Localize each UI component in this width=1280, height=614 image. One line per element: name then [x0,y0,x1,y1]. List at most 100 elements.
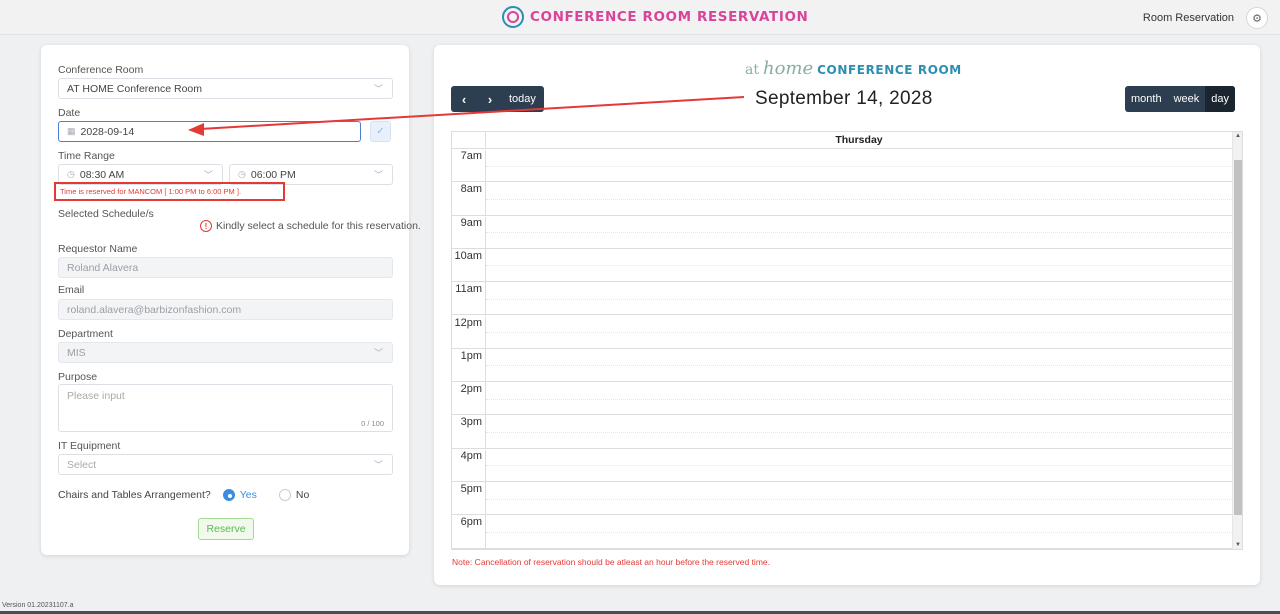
time-error-message: Time is reserved for MANCOM [ 1:00 PM to… [60,187,242,196]
time-slot-row[interactable]: 7am [452,149,1232,183]
header-actions: Room Reservation ⚙ [1143,7,1268,29]
title-at: at [745,62,759,78]
time-slot-label: 2pm [452,383,486,417]
scroll-down-icon[interactable]: ▼ [1235,542,1241,548]
time-slot-label: 5pm [452,483,486,516]
chairs-yes-label: Yes [239,489,257,501]
conference-room-value: AT HOME Conference Room [67,82,202,95]
it-equipment-select[interactable]: Select ﹀ [58,454,393,475]
day-view-button[interactable]: day [1205,86,1236,112]
half-hour-divider [486,465,1232,467]
purpose-placeholder: Please input [67,390,125,402]
day-header-label: Thursday [835,134,883,146]
half-hour-divider [486,531,1232,533]
title-room: CONFERENCE ROOM [817,63,962,77]
chairs-arrangement-group: Chairs and Tables Arrangement? Yes No [58,489,309,501]
email-field: roland.alavera@barbizonfashion.com [58,299,393,320]
half-hour-divider [486,165,1232,167]
time-slot-label: 6pm [452,516,486,549]
time-slot-row[interactable]: 5pm [452,482,1232,516]
department-label: Department [58,328,113,340]
date-value: 2028-09-14 [80,125,135,138]
chairs-no-radio[interactable]: No [278,489,309,501]
time-slot-row[interactable]: 4pm [452,449,1232,483]
time-slot-label: 10am [452,249,486,283]
half-hour-divider [486,232,1232,234]
time-slot-label: 7am [452,150,486,183]
date-confirm-button[interactable]: ✓ [370,121,391,142]
month-view-button[interactable]: month [1125,86,1168,112]
time-slot-row[interactable]: 10am [452,249,1232,283]
half-hour-divider [486,431,1232,433]
email-label: Email [58,284,85,296]
room-reservation-link[interactable]: Room Reservation [1143,12,1234,24]
half-hour-divider [486,365,1232,367]
time-range-label: Time Range [58,150,115,162]
time-slot-label: 1pm [452,349,486,383]
half-hour-divider [486,332,1232,333]
purpose-char-counter: 0 / 100 [361,419,384,428]
time-gutter-header [452,132,486,149]
time-error-highlight: Time is reserved for MANCOM [ 1:00 PM to… [54,182,285,201]
chevron-down-icon: ﹀ [373,348,383,358]
clock-icon: ◷ [67,169,75,179]
title-home: home [762,58,814,79]
logo-icon [502,6,524,28]
alert-circle-icon: ! [200,220,212,232]
chevron-down-icon: ﹀ [373,460,383,470]
calendar-title: at home CONFERENCE ROOM [745,58,962,79]
time-slot-row[interactable]: 3pm [452,415,1232,450]
chevron-down-icon: ﹀ [373,170,383,180]
current-date-title: September 14, 2028 [755,88,933,109]
half-hour-divider [486,265,1232,267]
conference-room-select[interactable]: AT HOME Conference Room ﹀ [58,78,393,99]
day-time-grid: Thursday 7am 8am 9am 10am 11am 12pm 1pm 2pm 3pm 4… [451,131,1243,550]
reserve-button[interactable]: Reserve [198,518,254,540]
chairs-yes-radio[interactable]: Yes [222,489,257,501]
time-slot-row[interactable]: 11am [452,282,1232,317]
schedule-warning: ! Kindly select a schedule for this rese… [200,220,421,232]
purpose-label: Purpose [58,371,98,383]
scroll-up-icon[interactable]: ▲ [1235,133,1241,139]
time-slot-label: 3pm [452,416,486,450]
prev-button[interactable]: ‹ [451,86,477,112]
clock-icon: ◷ [238,169,246,179]
version-label: Version 01.20231107.a [2,602,74,609]
calendar-icon: ▦ [67,126,76,136]
gear-icon[interactable]: ⚙ [1246,7,1268,29]
schedule-warning-text: Kindly select a schedule for this reserv… [216,220,421,232]
view-switcher: month week day [1125,86,1236,112]
department-select: MIS ﹀ [58,342,393,363]
time-slot-label: 11am [452,283,486,317]
chairs-arrangement-label: Chairs and Tables Arrangement? [58,489,211,501]
time-slot-row[interactable]: 1pm [452,349,1232,383]
purpose-textarea[interactable]: Please input 0 / 100 [58,384,393,432]
time-slot-row[interactable]: 8am [452,182,1232,217]
time-slot-label: 12pm [452,316,486,350]
brand: CONFERENCE ROOM RESERVATION [502,6,808,28]
it-equipment-label: IT Equipment [58,440,121,452]
requestor-name-field: Roland Alavera [58,257,393,278]
calendar-scrollbar[interactable]: ▲ ▼ [1232,132,1242,549]
next-button[interactable]: › [477,86,503,112]
week-view-button[interactable]: week [1168,86,1206,112]
half-hour-divider [486,398,1232,400]
time-slots: 7am 8am 9am 10am 11am 12pm 1pm 2pm 3pm 4pm 5pm 6pm [452,149,1232,549]
time-slot-row[interactable]: 2pm [452,382,1232,417]
email-value: roland.alavera@barbizonfashion.com [67,303,242,316]
time-end-value: 06:00 PM [250,168,296,181]
requestor-value: Roland Alavera [67,261,139,274]
date-label: Date [58,107,81,119]
schedule-label: Selected Schedule/s [58,208,154,220]
radio-empty-icon [278,489,291,501]
half-hour-divider [486,298,1232,300]
date-picker-input[interactable]: ▦ 2028-09-14 [58,121,361,142]
time-slot-row[interactable]: 12pm [452,316,1232,350]
day-column-header: Thursday [452,132,1242,149]
scrollbar-thumb[interactable] [1234,160,1242,515]
time-slot-row[interactable]: 9am [452,216,1232,250]
radio-selected-icon [222,489,235,501]
today-button[interactable]: today [503,86,544,112]
time-slot-row[interactable]: 6pm [452,515,1232,549]
requestor-label: Requestor Name [58,243,138,255]
